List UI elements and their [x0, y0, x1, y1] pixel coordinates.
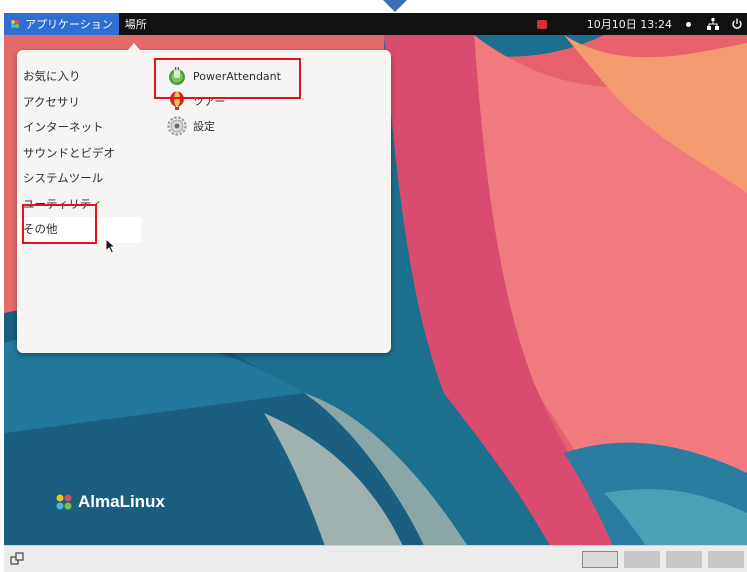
workspace-4[interactable]: [708, 551, 744, 568]
network-icon[interactable]: [707, 18, 719, 30]
category-system-tools[interactable]: システムツール: [17, 166, 157, 192]
app-label: 設定: [193, 120, 215, 133]
workspace-2[interactable]: [624, 551, 660, 568]
category-accessories[interactable]: アクセサリ: [17, 90, 157, 116]
applications-label: アプリケーション: [25, 18, 113, 31]
highlight-powerattendant: [154, 58, 301, 99]
app-settings[interactable]: 設定: [167, 114, 281, 138]
input-method-icon[interactable]: [536, 19, 547, 29]
power-icon[interactable]: [731, 18, 743, 30]
category-sound-video[interactable]: サウンドとビデオ: [17, 141, 157, 167]
category-internet[interactable]: インターネット: [17, 115, 157, 141]
workspace-1[interactable]: [582, 551, 618, 568]
bottom-panel: [4, 545, 747, 572]
settings-gear-icon: [167, 116, 187, 136]
brand-text: AlmaLinux: [78, 492, 165, 511]
clock[interactable]: 10月10日 13:24: [587, 16, 672, 32]
top-panel: アプリケーション 場所 10月10日 13:24: [4, 13, 747, 35]
system-tray: 10月10日 13:24: [536, 13, 747, 35]
menu-caret: [127, 43, 141, 51]
workspace-3[interactable]: [666, 551, 702, 568]
annotation-arrow-icon: [383, 0, 407, 12]
highlight-other-category: [22, 204, 97, 244]
notification-dot-icon[interactable]: [686, 21, 691, 27]
desktop-screen: アプリケーション 場所 10月10日 13:24 お気に入り アクセサリ インタ…: [4, 13, 747, 572]
show-desktop-icon[interactable]: [10, 552, 24, 566]
category-favorites[interactable]: お気に入り: [17, 64, 157, 90]
almalinux-logo-icon: [11, 20, 19, 28]
almalinux-brand: AlmaLinux: [54, 492, 165, 512]
mouse-cursor-icon: [105, 238, 117, 254]
places-label: 場所: [124, 18, 147, 31]
almalinux-logo-icon: [56, 494, 72, 510]
places-menu-button[interactable]: 場所: [119, 13, 153, 35]
applications-menu-button[interactable]: アプリケーション: [4, 13, 119, 35]
